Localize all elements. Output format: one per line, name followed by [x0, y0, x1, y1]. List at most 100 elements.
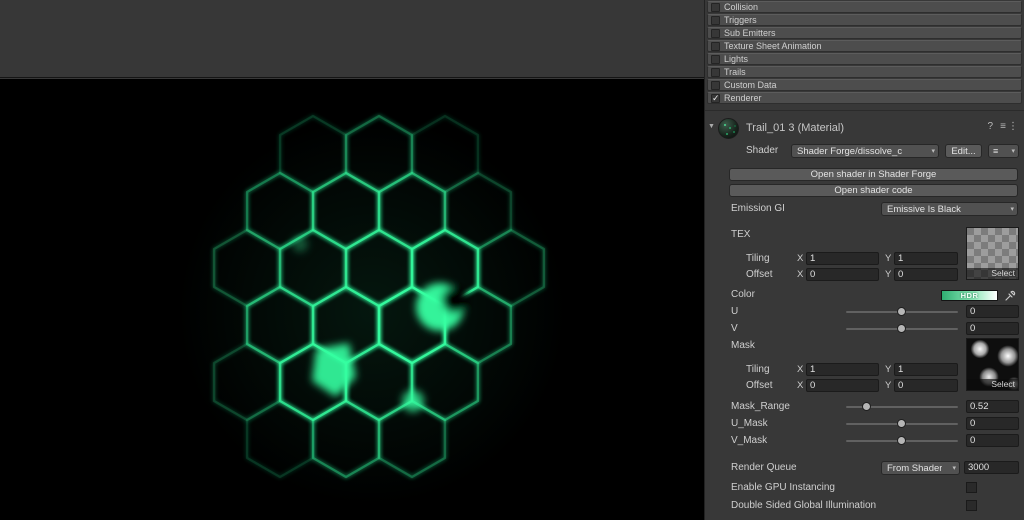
- module-row-custom-data[interactable]: Custom Data: [707, 79, 1022, 91]
- mask-range-value-field[interactable]: [966, 400, 1019, 413]
- open-shader-code-button[interactable]: Open shader code: [729, 184, 1018, 197]
- color-label: Color: [731, 289, 755, 300]
- v-slider[interactable]: [846, 328, 958, 330]
- open-shader-forge-button[interactable]: Open shader in Shader Forge: [729, 168, 1018, 181]
- gpu-instancing-checkbox[interactable]: [966, 482, 977, 493]
- v-mask-row: V_Mask: [705, 434, 1024, 449]
- gpu-instancing-row: Enable GPU Instancing: [705, 481, 1024, 496]
- v-mask-value-field[interactable]: [966, 434, 1019, 447]
- offset-label: Offset: [746, 269, 773, 280]
- scene-view[interactable]: [0, 79, 704, 520]
- mask-range-label: Mask_Range: [731, 401, 790, 412]
- color-swatch[interactable]: HDR: [941, 290, 998, 301]
- double-sided-gi-label: Double Sided Global Illumination: [731, 500, 876, 511]
- material-preview-sphere[interactable]: [718, 118, 739, 139]
- module-checkbox[interactable]: [711, 55, 720, 64]
- mask-tiling-row: Tiling X Y: [705, 363, 1024, 378]
- slider-handle[interactable]: [897, 324, 906, 333]
- emission-gi-value: Emissive Is Black: [887, 204, 961, 215]
- y-axis-label: Y: [885, 380, 891, 391]
- u-mask-value-field[interactable]: [966, 417, 1019, 430]
- hamburger-icon: ≡: [993, 146, 998, 156]
- mask-tiling-y-field[interactable]: [894, 363, 958, 376]
- tex-tiling-y-field[interactable]: [894, 252, 958, 265]
- foldout-icon[interactable]: ▼: [708, 123, 715, 130]
- shader-value: Shader Forge/dissolve_c: [797, 146, 902, 157]
- open-shader-code-label: Open shader code: [834, 185, 912, 196]
- u-mask-slider[interactable]: [846, 423, 958, 425]
- unity-editor-window: Collision Triggers Sub Emitters Texture …: [0, 0, 1024, 520]
- presets-icon[interactable]: ≡: [1000, 122, 1006, 132]
- slider-handle[interactable]: [862, 402, 871, 411]
- v-value-field[interactable]: [966, 322, 1019, 335]
- u-mask-label: U_Mask: [731, 418, 768, 429]
- tiling-label: Tiling: [746, 253, 770, 264]
- edit-button-label: Edit...: [951, 146, 975, 157]
- module-row-texture-sheet-animation[interactable]: Texture Sheet Animation: [707, 40, 1022, 52]
- tex-offset-y-field[interactable]: [894, 268, 958, 281]
- hdr-badge: HDR: [961, 291, 979, 300]
- gpu-instancing-label: Enable GPU Instancing: [731, 482, 835, 493]
- module-checkbox[interactable]: [711, 16, 720, 25]
- render-queue-dropdown[interactable]: From Shader ▾: [881, 461, 960, 475]
- kebab-menu-icon[interactable]: ⋮: [1008, 122, 1018, 132]
- module-label: Custom Data: [724, 81, 777, 90]
- module-label: Triggers: [724, 16, 757, 25]
- module-checkbox[interactable]: [711, 68, 720, 77]
- module-row-lights[interactable]: Lights: [707, 53, 1022, 65]
- mask-range-slider[interactable]: [846, 406, 958, 408]
- module-checkbox[interactable]: [711, 81, 720, 90]
- mask-offset-x-field[interactable]: [806, 379, 879, 392]
- render-queue-value-field[interactable]: [964, 461, 1019, 474]
- chevron-down-icon: ▾: [1010, 206, 1014, 213]
- module-label: Trails: [724, 68, 746, 77]
- mask-offset-y-field[interactable]: [894, 379, 958, 392]
- module-row-renderer[interactable]: Renderer: [707, 92, 1022, 104]
- u-row: U: [705, 305, 1024, 320]
- help-icon[interactable]: ?: [987, 122, 993, 132]
- module-label: Texture Sheet Animation: [724, 42, 822, 51]
- dissolve-effect-render: [0, 79, 704, 520]
- tex-offset-x-field[interactable]: [806, 268, 879, 281]
- x-axis-label: X: [797, 269, 803, 280]
- mask-offset-row: Offset X Y: [705, 379, 1024, 394]
- material-header: ▼ Trail_01 3 (Material) ? ≡ ⋮: [705, 115, 1024, 143]
- module-checkbox[interactable]: [711, 3, 720, 12]
- module-row-collision[interactable]: Collision: [707, 1, 1022, 13]
- shader-dropdown[interactable]: Shader Forge/dissolve_c ▾: [791, 144, 939, 158]
- tex-tiling-x-field[interactable]: [806, 252, 879, 265]
- v-mask-slider[interactable]: [846, 440, 958, 442]
- shader-menu-dropdown[interactable]: ≡ ▾: [988, 144, 1019, 158]
- emission-gi-label: Emission GI: [731, 203, 785, 214]
- slider-handle[interactable]: [897, 307, 906, 316]
- module-checkbox[interactable]: [711, 29, 720, 38]
- double-sided-gi-checkbox[interactable]: [966, 500, 977, 511]
- module-row-sub-emitters[interactable]: Sub Emitters: [707, 27, 1022, 39]
- module-row-trails[interactable]: Trails: [707, 66, 1022, 78]
- y-axis-label: Y: [885, 253, 891, 264]
- mask-tiling-x-field[interactable]: [806, 363, 879, 376]
- tex-offset-row: Offset X Y: [705, 268, 1024, 283]
- shader-row: Shader Shader Forge/dissolve_c ▾ Edit...…: [705, 144, 1024, 159]
- u-value-field[interactable]: [966, 305, 1019, 318]
- slider-handle[interactable]: [897, 436, 906, 445]
- offset-label: Offset: [746, 380, 773, 391]
- emission-gi-dropdown[interactable]: Emissive Is Black ▾: [881, 202, 1018, 216]
- tex-section-label: TEX: [731, 229, 750, 240]
- particle-modules-list: Collision Triggers Sub Emitters Texture …: [707, 1, 1022, 105]
- render-queue-mode: From Shader: [887, 463, 942, 474]
- slider-handle[interactable]: [897, 419, 906, 428]
- module-checkbox[interactable]: [711, 94, 720, 103]
- inspector-panel: Collision Triggers Sub Emitters Texture …: [704, 0, 1024, 520]
- chevron-down-icon: ▾: [1011, 148, 1015, 155]
- color-row: Color HDR: [705, 288, 1024, 303]
- module-row-triggers[interactable]: Triggers: [707, 14, 1022, 26]
- double-sided-gi-row: Double Sided Global Illumination: [705, 499, 1024, 514]
- tiling-label: Tiling: [746, 364, 770, 375]
- module-checkbox[interactable]: [711, 42, 720, 51]
- emission-gi-row: Emission GI Emissive Is Black ▾: [705, 202, 1024, 217]
- empty-editor-area: [0, 0, 704, 78]
- u-mask-row: U_Mask: [705, 417, 1024, 432]
- edit-button[interactable]: Edit...: [945, 144, 982, 158]
- u-slider[interactable]: [846, 311, 958, 313]
